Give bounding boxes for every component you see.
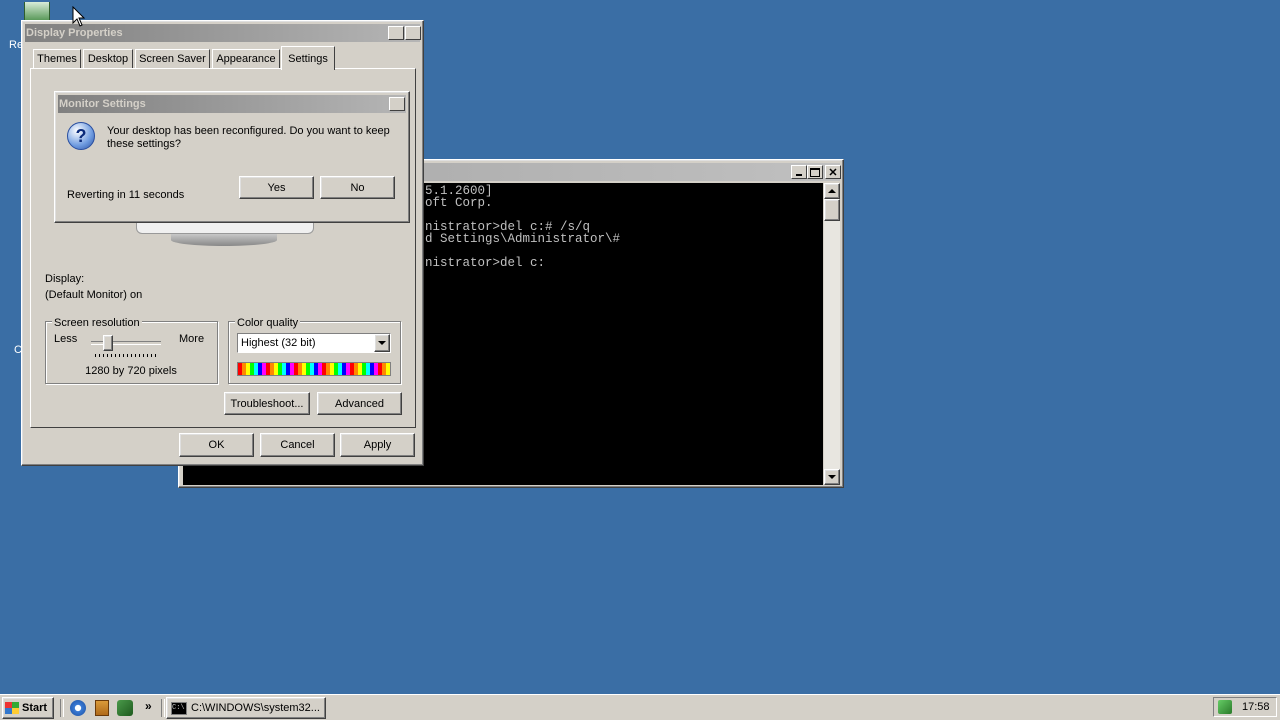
display-label: Display: xyxy=(45,273,85,285)
apply-button[interactable]: Apply xyxy=(340,433,415,457)
taskbar: Start » C:\ C:\WINDOWS\system32... 17:58 xyxy=(0,694,1280,720)
console-line: nistrator>del c: xyxy=(425,256,546,270)
maximize-button[interactable] xyxy=(807,165,823,179)
tab-label: Settings xyxy=(288,52,328,65)
tab-settings[interactable]: Settings xyxy=(281,46,335,70)
quicklaunch-explorer-icon[interactable] xyxy=(95,700,109,716)
mouse-cursor-icon xyxy=(72,6,86,27)
display-value: (Default Monitor) on xyxy=(45,289,143,301)
scroll-thumb[interactable] xyxy=(824,199,840,221)
ok-button[interactable]: OK xyxy=(179,433,254,457)
resolution-value: 1280 by 720 pixels xyxy=(85,365,177,377)
help-button[interactable]: ? xyxy=(388,26,404,40)
console-icon: C:\ xyxy=(171,701,187,715)
taskbar-button-label: C:\WINDOWS\system32... xyxy=(191,702,320,714)
tab-label: Desktop xyxy=(87,53,129,65)
dialog-title: Monitor Settings xyxy=(59,98,146,110)
close-button[interactable]: ✕ xyxy=(389,97,405,111)
windows-logo-icon xyxy=(5,702,19,714)
no-button[interactable]: No xyxy=(320,176,395,199)
start-label: Start xyxy=(22,702,48,714)
dialog-title: Display Properties xyxy=(26,27,123,39)
color-spectrum-bar xyxy=(237,362,391,376)
close-icon: ✕ xyxy=(828,166,838,179)
screen-resolution-label: Screen resolution xyxy=(52,317,142,329)
resolution-slider[interactable] xyxy=(91,335,161,357)
button-label: Troubleshoot... xyxy=(230,397,304,410)
cancel-button[interactable]: Cancel xyxy=(260,433,335,457)
arrow-up-icon xyxy=(828,189,836,193)
slider-ticks xyxy=(95,354,157,357)
minimize-icon xyxy=(796,174,802,176)
button-label: Apply xyxy=(363,439,392,451)
dialog-message-line-2: these settings? xyxy=(107,138,181,150)
yes-button[interactable]: Yes xyxy=(239,176,314,199)
recycle-bin-icon xyxy=(24,2,50,21)
quicklaunch-ie-icon[interactable] xyxy=(70,700,86,716)
tab-screen-saver[interactable]: Screen Saver xyxy=(135,49,210,69)
advanced-button[interactable]: Advanced xyxy=(317,392,402,415)
close-button[interactable]: ✕ xyxy=(405,26,421,40)
color-quality-select[interactable]: Highest (32 bit) xyxy=(237,333,391,353)
clock[interactable]: 17:58 xyxy=(1242,701,1270,713)
close-icon: ✕ xyxy=(392,98,402,111)
monitor-settings-titlebar[interactable]: Monitor Settings ✕ xyxy=(58,95,406,113)
quicklaunch-overflow-chevron[interactable]: » xyxy=(145,699,152,713)
monitor-settings-dialog: Monitor Settings ✕ ? Your desktop has be… xyxy=(54,91,410,223)
color-quality-value: Highest (32 bit) xyxy=(241,337,316,349)
dropdown-button[interactable] xyxy=(374,334,390,352)
resolution-less-label: Less xyxy=(54,333,78,345)
button-label: Advanced xyxy=(335,397,384,410)
taskbar-button-console[interactable]: C:\ C:\WINDOWS\system32... xyxy=(166,697,326,719)
start-button[interactable]: Start xyxy=(2,697,54,719)
tab-label: Themes xyxy=(37,53,77,65)
tab-themes[interactable]: Themes xyxy=(33,49,81,69)
tab-label: Screen Saver xyxy=(139,53,206,65)
system-tray: 17:58 xyxy=(1213,697,1277,717)
close-icon: ✕ xyxy=(408,27,418,40)
chevron-down-icon xyxy=(378,341,386,345)
button-label: Yes xyxy=(267,181,286,194)
color-quality-label: Color quality xyxy=(235,317,301,329)
quicklaunch-tool-icon[interactable] xyxy=(117,700,133,716)
desktop-icon-recycle-bin[interactable] xyxy=(20,2,52,22)
console-scrollbar[interactable] xyxy=(824,183,840,485)
scroll-up-button[interactable] xyxy=(824,183,840,199)
dialog-message-line-1: Your desktop has been reconfigured. Do y… xyxy=(107,125,390,137)
resolution-more-label: More xyxy=(179,333,205,345)
button-label: No xyxy=(350,181,365,194)
arrow-down-icon xyxy=(828,475,836,479)
button-label: OK xyxy=(208,439,225,451)
troubleshoot-button[interactable]: Troubleshoot... xyxy=(224,392,310,415)
question-icon: ? xyxy=(67,122,95,150)
tab-appearance[interactable]: Appearance xyxy=(212,49,280,69)
button-label: Cancel xyxy=(280,439,315,451)
scroll-down-button[interactable] xyxy=(824,469,840,485)
tab-label: Appearance xyxy=(216,53,276,65)
slider-thumb[interactable] xyxy=(103,335,113,351)
close-button[interactable]: ✕ xyxy=(825,165,841,179)
taskbar-separator xyxy=(161,699,165,717)
taskbar-separator xyxy=(60,699,64,717)
maximize-icon xyxy=(810,167,820,177)
help-icon: ? xyxy=(392,27,400,39)
slider-track xyxy=(91,341,161,345)
minimize-button[interactable] xyxy=(791,165,807,179)
tab-desktop[interactable]: Desktop xyxy=(83,49,133,69)
console-line: d Settings\Administrator\# xyxy=(425,232,621,246)
countdown-text: Reverting in 11 seconds xyxy=(67,189,185,201)
network-tray-icon[interactable] xyxy=(1218,700,1232,714)
monitor-preview-base xyxy=(171,234,277,246)
console-line: oft Corp. xyxy=(425,196,493,210)
